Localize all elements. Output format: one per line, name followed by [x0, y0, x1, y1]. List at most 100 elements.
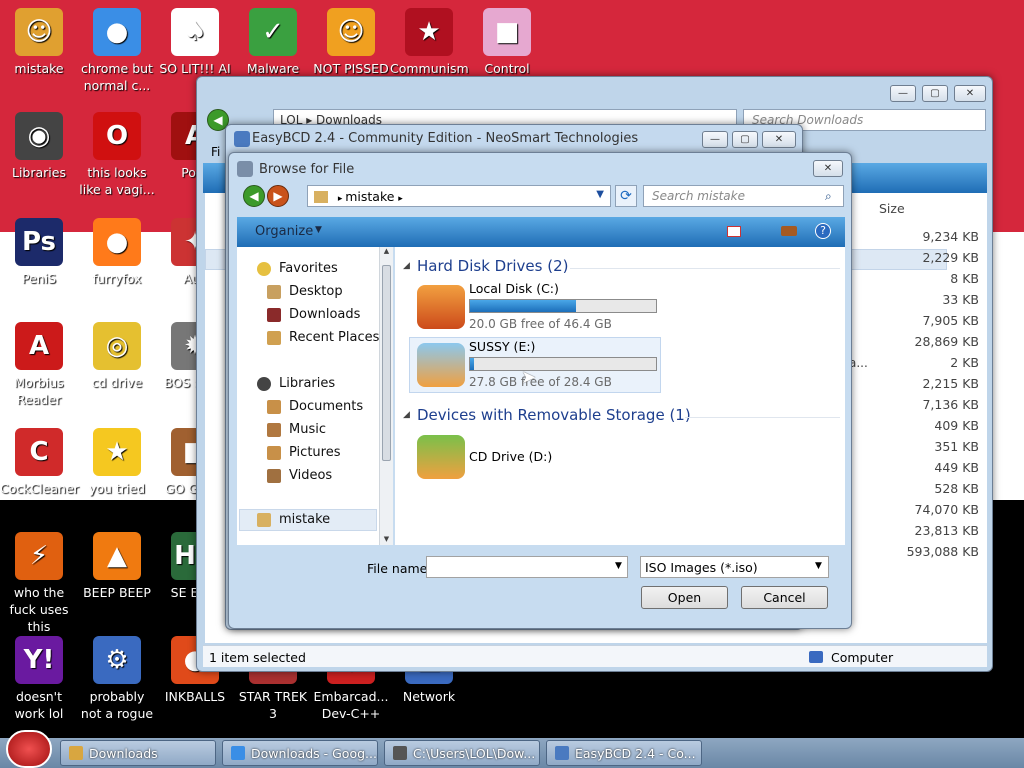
- desktop-icon-label: furryfox: [92, 271, 142, 286]
- pictures-icon: [267, 445, 281, 460]
- drive-d[interactable]: CD Drive (D:): [413, 431, 658, 487]
- browse-back-button[interactable]: ◀: [243, 185, 265, 207]
- easybcd-icon: [234, 131, 250, 147]
- taskbar-item[interactable]: Downloads: [60, 740, 216, 766]
- desktop-icon-22[interactable]: Y! doesn't work lol: [0, 636, 78, 722]
- desktop-icon-6[interactable]: ■ Control: [468, 8, 546, 77]
- taskbar-app-icon: [555, 746, 569, 760]
- drive-c-usage-bar: [469, 299, 657, 313]
- preview-pane-icon[interactable]: [781, 226, 797, 236]
- easybcd-minimize-button[interactable]: —: [702, 131, 728, 148]
- desktop-icon-11[interactable]: ● furryfox: [78, 218, 156, 287]
- desktop-icon-7[interactable]: ◉ Libraries: [0, 112, 78, 181]
- scroll-up-icon[interactable]: ▲: [380, 247, 393, 255]
- open-button[interactable]: Open: [641, 586, 728, 609]
- nav-recent-places[interactable]: Recent Places: [267, 330, 379, 345]
- cancel-button[interactable]: Cancel: [741, 586, 828, 609]
- desktop-icon-label: NOT PISSED: [313, 61, 389, 76]
- file-size-cell: 7,905 KB: [922, 313, 979, 328]
- removable-collapse-icon[interactable]: ◢: [403, 410, 410, 420]
- file-name-input[interactable]: [426, 556, 628, 578]
- menu-file[interactable]: Fi: [211, 145, 220, 159]
- views-icon[interactable]: [727, 226, 741, 237]
- file-type-select[interactable]: ISO Images (*.iso): [640, 556, 829, 578]
- mouse-cursor-icon: ➤: [521, 367, 537, 388]
- desktop-icon-3[interactable]: ✓ Malware: [234, 8, 312, 77]
- drive-c[interactable]: Local Disk (C:) 20.0 GB free of 46.4 GB: [413, 281, 658, 337]
- desktop-icon-2[interactable]: ♠ SO LIT!!! AI: [156, 8, 234, 77]
- file-name-dropdown-icon[interactable]: ▼: [615, 561, 622, 571]
- breadcrumb-chevron-icon[interactable]: ▸: [398, 194, 403, 204]
- downloads-icon: [267, 307, 281, 322]
- size-column-header[interactable]: Size: [879, 201, 905, 216]
- nav-pictures[interactable]: Pictures: [267, 445, 340, 460]
- desktop-icon-label: SO LIT!!! AI: [159, 61, 231, 76]
- nav-music[interactable]: Music: [267, 422, 326, 437]
- help-icon[interactable]: ?: [815, 223, 831, 239]
- taskbar-item[interactable]: EasyBCD 2.4 - Co...: [546, 740, 702, 766]
- desktop-icon-4[interactable]: ☺ NOT PISSED: [312, 8, 390, 77]
- content-pane: ◢ Hard Disk Drives (2) Local Disk (C:) 2…: [395, 247, 845, 545]
- browse-forward-button[interactable]: ▶: [267, 185, 289, 207]
- browse-address-bar[interactable]: ▸ mistake ▸ ▼: [307, 185, 611, 207]
- desktop-icon-19[interactable]: ⚡ who the fuck uses this: [0, 532, 78, 635]
- desktop-icon: [267, 284, 281, 299]
- organize-chevron-icon[interactable]: ▼: [315, 225, 322, 235]
- organize-button[interactable]: Organize: [255, 224, 313, 239]
- nav-documents[interactable]: Documents: [267, 399, 363, 414]
- minimize-button[interactable]: —: [890, 85, 916, 102]
- desktop-icon-5[interactable]: ★ Communism: [390, 8, 469, 77]
- taskbar-item[interactable]: Downloads - Goog...: [222, 740, 378, 766]
- desktop-icon-16[interactable]: C CockCleaner: [0, 428, 79, 497]
- maximize-button[interactable]: ▢: [922, 85, 948, 102]
- star-icon: [257, 261, 271, 276]
- nav-scrollbar[interactable]: ▲ ▼: [379, 247, 393, 545]
- nav-desktop[interactable]: Desktop: [267, 284, 343, 299]
- desktop-icon-label: you tried: [88, 481, 146, 496]
- desktop-icon-label: chrome but normal c...: [81, 61, 153, 93]
- browse-close-button[interactable]: ✕: [813, 160, 843, 177]
- desktop-app-icon: C: [15, 428, 63, 476]
- hdd-collapse-icon[interactable]: ◢: [403, 261, 410, 271]
- desktop-icon-0[interactable]: ☺ mistake: [0, 8, 78, 77]
- browse-dialog: Browse for File ✕ ◀ ▶ ▸ mistake ▸ ▼ ⟳ Se…: [228, 152, 852, 629]
- nav-videos[interactable]: Videos: [267, 468, 332, 483]
- desktop-app-icon: ◉: [15, 112, 63, 160]
- file-size-cell: 9,234 KB: [922, 229, 979, 244]
- taskbar-item[interactable]: C:\Users\LOL\Dow...: [384, 740, 540, 766]
- desktop-icon-20[interactable]: ▲ BEEP BEEP: [78, 532, 156, 601]
- file-size-cell: 449 KB: [934, 460, 979, 475]
- desktop-app-icon: A: [15, 322, 63, 370]
- nav-downloads[interactable]: Downloads: [267, 307, 360, 322]
- search-icon[interactable]: ⌕: [825, 189, 832, 204]
- desktop-icon-8[interactable]: Othis looks like a vagi...: [78, 112, 156, 198]
- nav-libraries[interactable]: Libraries: [257, 376, 335, 391]
- close-button[interactable]: ✕: [954, 85, 986, 102]
- scroll-down-icon[interactable]: ▼: [380, 535, 393, 543]
- desktop-icon-17[interactable]: ★ you tried: [78, 428, 156, 497]
- desktop-icon-1[interactable]: ● chrome but normal c...: [78, 8, 156, 94]
- desktop-app-icon: Y!: [15, 636, 63, 684]
- easybcd-maximize-button[interactable]: ▢: [732, 131, 758, 148]
- desktop-icon-label: CockCleaner: [0, 481, 79, 496]
- file-type-dropdown-icon[interactable]: ▼: [815, 561, 822, 571]
- start-button-icon[interactable]: [6, 730, 52, 768]
- folder-icon: [314, 191, 328, 203]
- desktop-icon-23[interactable]: ⚙ probably not a rogue: [78, 636, 156, 722]
- desktop-icon-label: BEEP BEEP: [83, 585, 151, 600]
- group-hard-disk-drives[interactable]: Hard Disk Drives (2): [417, 257, 568, 275]
- browse-search-input[interactable]: Search mistake: [643, 185, 844, 207]
- desktop-icon-14[interactable]: ◎ cd drive: [78, 322, 156, 391]
- refresh-button[interactable]: ⟳: [615, 185, 637, 207]
- desktop-icon-10[interactable]: Ps PeniS: [0, 218, 78, 287]
- nav-favorites[interactable]: Favorites: [257, 261, 338, 276]
- desktop-icon-13[interactable]: A Morbius Reader: [0, 322, 78, 408]
- breadcrumb-mistake[interactable]: mistake: [345, 189, 394, 204]
- drive-c-name: Local Disk (C:): [469, 281, 559, 296]
- status-computer: Computer: [831, 650, 894, 665]
- easybcd-close-button[interactable]: ✕: [762, 131, 796, 148]
- scroll-thumb[interactable]: [382, 265, 391, 461]
- address-dropdown-icon[interactable]: ▼: [596, 189, 604, 200]
- group-removable-storage[interactable]: Devices with Removable Storage (1): [417, 406, 691, 424]
- nav-mistake[interactable]: mistake: [257, 512, 330, 527]
